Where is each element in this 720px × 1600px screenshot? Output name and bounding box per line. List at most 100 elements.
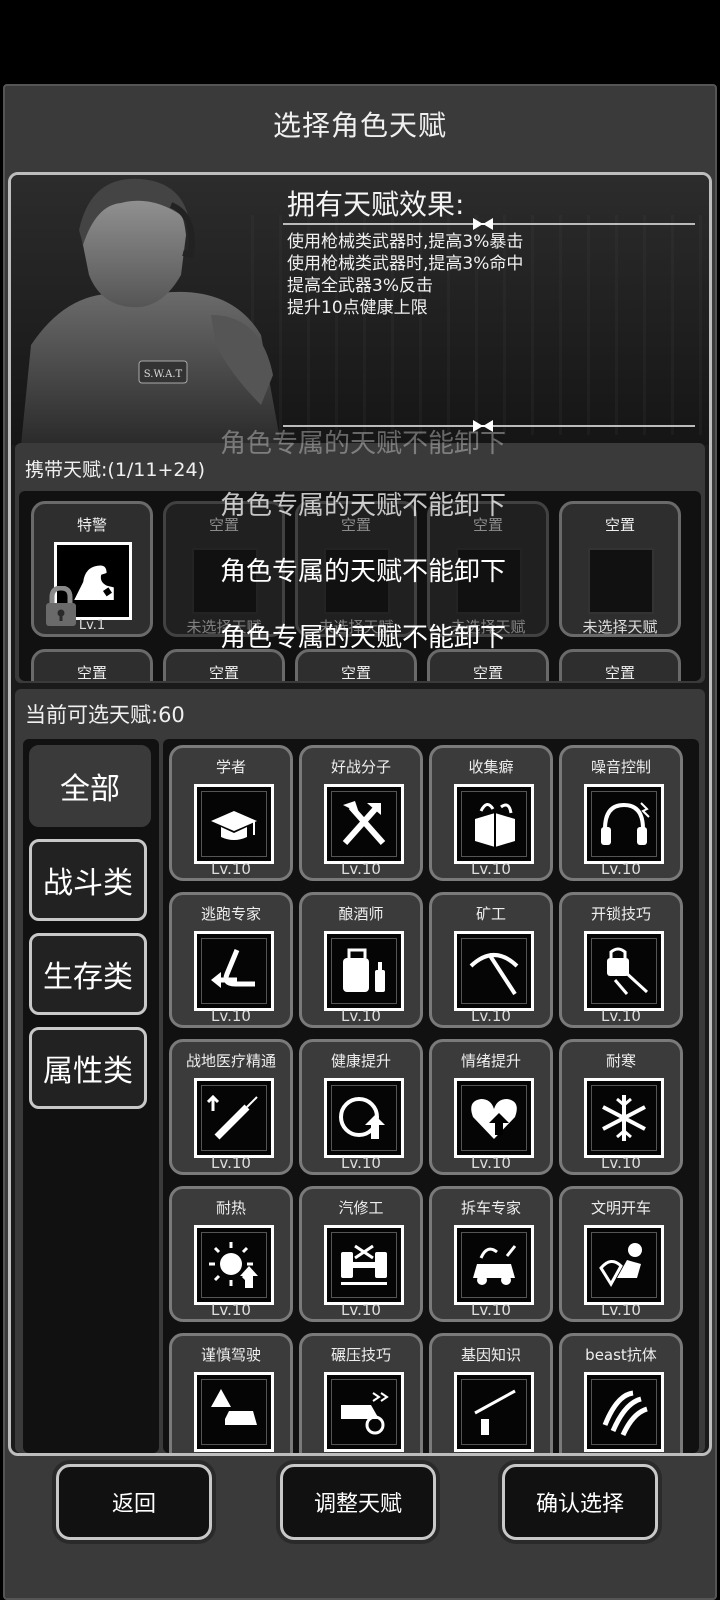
talent-name: 耐热 — [215, 1199, 246, 1217]
slot-subtitle: 未选择天赋 — [318, 618, 394, 636]
talent-name: 情绪提升 — [460, 1052, 521, 1070]
talent-name: 开锁技巧 — [590, 905, 651, 923]
swat-badge: S.W.A.T — [144, 369, 183, 380]
talent-panel: S.W.A.T 拥有天赋效果: 使用枪械类武器时,提高3%暴击 使用枪械类武器时… — [8, 172, 712, 1456]
carried-slot-empty[interactable]: 空置 — [163, 649, 285, 681]
sun-icon — [194, 1225, 274, 1305]
talent-card[interactable]: 耐寒 Lv.10 — [559, 1039, 683, 1175]
carried-slot-empty[interactable]: 空置 — [427, 649, 549, 681]
talent-card[interactable]: 文明开车 Lv.10 — [559, 1186, 683, 1322]
talent-card[interactable]: 拆车专家 Lv.10 — [429, 1186, 553, 1322]
carried-slot-empty[interactable]: 空置 — [31, 649, 153, 681]
talent-level: Lv.10 — [211, 860, 251, 878]
carried-slot-swat[interactable]: 特警 Lv.1 — [31, 501, 153, 637]
talent-card[interactable]: 基因知识 — [429, 1333, 553, 1453]
talent-card[interactable]: 噪音控制 Lv.10 — [559, 745, 683, 881]
headphones-icon — [584, 784, 664, 864]
effects-list: 使用枪械类武器时,提高3%暴击 使用枪械类武器时,提高3%命中 提高全武器3%反… — [287, 231, 523, 319]
talent-card[interactable]: 逃跑专家 Lv.10 — [169, 892, 293, 1028]
driver-icon — [584, 1225, 664, 1305]
slot-name: 空置 — [472, 664, 503, 681]
talent-card[interactable]: beast抗体 — [559, 1333, 683, 1453]
crossed-tools-icon — [324, 784, 404, 864]
talent-level: Lv.10 — [471, 860, 511, 878]
talent-level: Lv.10 — [341, 860, 381, 878]
slot-name: 空置 — [76, 664, 107, 681]
back-button[interactable]: 返回 — [56, 1464, 212, 1540]
talent-card[interactable]: 开锁技巧 Lv.10 — [559, 892, 683, 1028]
adjust-talent-button[interactable]: 调整天赋 — [280, 1464, 436, 1540]
confirm-button[interactable]: 确认选择 — [502, 1464, 658, 1540]
page-title: 选择角色天赋 — [272, 109, 447, 142]
lockpick-icon — [584, 931, 664, 1011]
carried-talents-section: 携带天赋:(1/11+24) 特警 Lv.1 空置 未选择天赋 空置 未选择天赋… — [15, 443, 705, 683]
talent-card[interactable]: 酿酒师 Lv.10 — [299, 892, 423, 1028]
effect-line: 提升10点健康上限 — [287, 298, 428, 318]
empty-slot-box — [456, 548, 522, 614]
talent-card[interactable]: 战地医疗精通 Lv.10 — [169, 1039, 293, 1175]
effect-line: 提高全武器3%反击 — [287, 276, 433, 296]
character-hero: S.W.A.T 拥有天赋效果: 使用枪械类武器时,提高3%暴击 使用枪械类武器时… — [11, 175, 709, 445]
car-dismantle-icon — [454, 1225, 534, 1305]
slot-name: 特警 — [76, 516, 107, 534]
tab-all[interactable]: 全部 — [29, 745, 151, 827]
gene-icon — [454, 1372, 534, 1452]
empty-slot-box — [192, 548, 258, 614]
carried-slot-empty[interactable]: 空置 未选择天赋 — [559, 501, 681, 637]
warning-car-icon — [194, 1372, 274, 1452]
heart-up-icon — [454, 1078, 534, 1158]
talent-level: Lv.10 — [471, 1007, 511, 1025]
effect-line: 使用枪械类武器时,提高3%命中 — [287, 254, 524, 274]
talent-card[interactable]: 好战分子 Lv.10 — [299, 745, 423, 881]
carried-slot-empty[interactable]: 空置 未选择天赋 — [163, 501, 285, 637]
talent-name: 酿酒师 — [338, 905, 384, 923]
talent-card[interactable]: 情绪提升 Lv.10 — [429, 1039, 553, 1175]
available-count-label: 当前可选天赋:60 — [25, 703, 185, 727]
talent-card[interactable]: 汽修工 Lv.10 — [299, 1186, 423, 1322]
talent-level: Lv.10 — [601, 860, 641, 878]
talent-name: 好战分子 — [330, 758, 391, 776]
talent-name: beast抗体 — [585, 1346, 657, 1364]
carried-slot-empty[interactable]: 空置 — [295, 649, 417, 681]
talent-level: Lv.10 — [341, 1154, 381, 1172]
slot-name: 空置 — [208, 516, 239, 534]
talent-name: 学者 — [215, 758, 246, 776]
slot-name: 空置 — [340, 516, 371, 534]
talent-card[interactable]: 学者 Lv.10 — [169, 745, 293, 881]
car-repair-icon — [324, 1225, 404, 1305]
escape-arrow-icon — [194, 931, 274, 1011]
talent-card[interactable]: 谨慎驾驶 — [169, 1333, 293, 1453]
carried-slot-empty[interactable]: 空置 未选择天赋 — [427, 501, 549, 637]
talent-name: 健康提升 — [330, 1052, 391, 1070]
talent-card[interactable]: 健康提升 Lv.10 — [299, 1039, 423, 1175]
carried-slot-empty[interactable]: 空置 未选择天赋 — [295, 501, 417, 637]
talent-name: 文明开车 — [590, 1199, 651, 1217]
talent-name: 逃跑专家 — [200, 905, 261, 923]
talent-level: Lv.10 — [601, 1301, 641, 1319]
tab-combat[interactable]: 战斗类 — [29, 839, 147, 921]
slot-name: 空置 — [472, 516, 503, 534]
slot-subtitle: 未选择天赋 — [582, 618, 658, 636]
carried-slot-empty[interactable]: 空置 — [559, 649, 681, 681]
talent-name: 收集癖 — [468, 758, 514, 776]
category-tabs: 全部 战斗类 生存类 属性类 — [23, 739, 159, 1453]
tab-survival[interactable]: 生存类 — [29, 933, 147, 1015]
talent-card[interactable]: 收集癖 Lv.10 — [429, 745, 553, 881]
divider-top — [283, 218, 695, 230]
talent-card[interactable]: 耐热 Lv.10 — [169, 1186, 293, 1322]
carried-slots-grid: 特警 Lv.1 空置 未选择天赋 空置 未选择天赋 空置 未选择天赋 空置 未选… — [19, 491, 701, 681]
talent-name: 碾压技巧 — [330, 1346, 391, 1364]
syringe-icon — [194, 1078, 274, 1158]
talent-card[interactable]: 矿工 Lv.10 — [429, 892, 553, 1028]
tab-attribute[interactable]: 属性类 — [29, 1027, 147, 1109]
effect-line: 使用枪械类武器时,提高3%暴击 — [287, 232, 524, 252]
box-icon — [454, 784, 534, 864]
claw-icon — [584, 1372, 664, 1452]
slot-name: 空置 — [604, 516, 635, 534]
talent-card[interactable]: 碾压技巧 — [299, 1333, 423, 1453]
carried-count-label: 携带天赋:(1/11+24) — [25, 459, 205, 481]
talent-name: 谨慎驾驶 — [200, 1346, 261, 1364]
talent-name: 拆车专家 — [460, 1199, 521, 1217]
talent-name: 基因知识 — [460, 1346, 521, 1364]
talent-level: Lv.10 — [471, 1154, 511, 1172]
